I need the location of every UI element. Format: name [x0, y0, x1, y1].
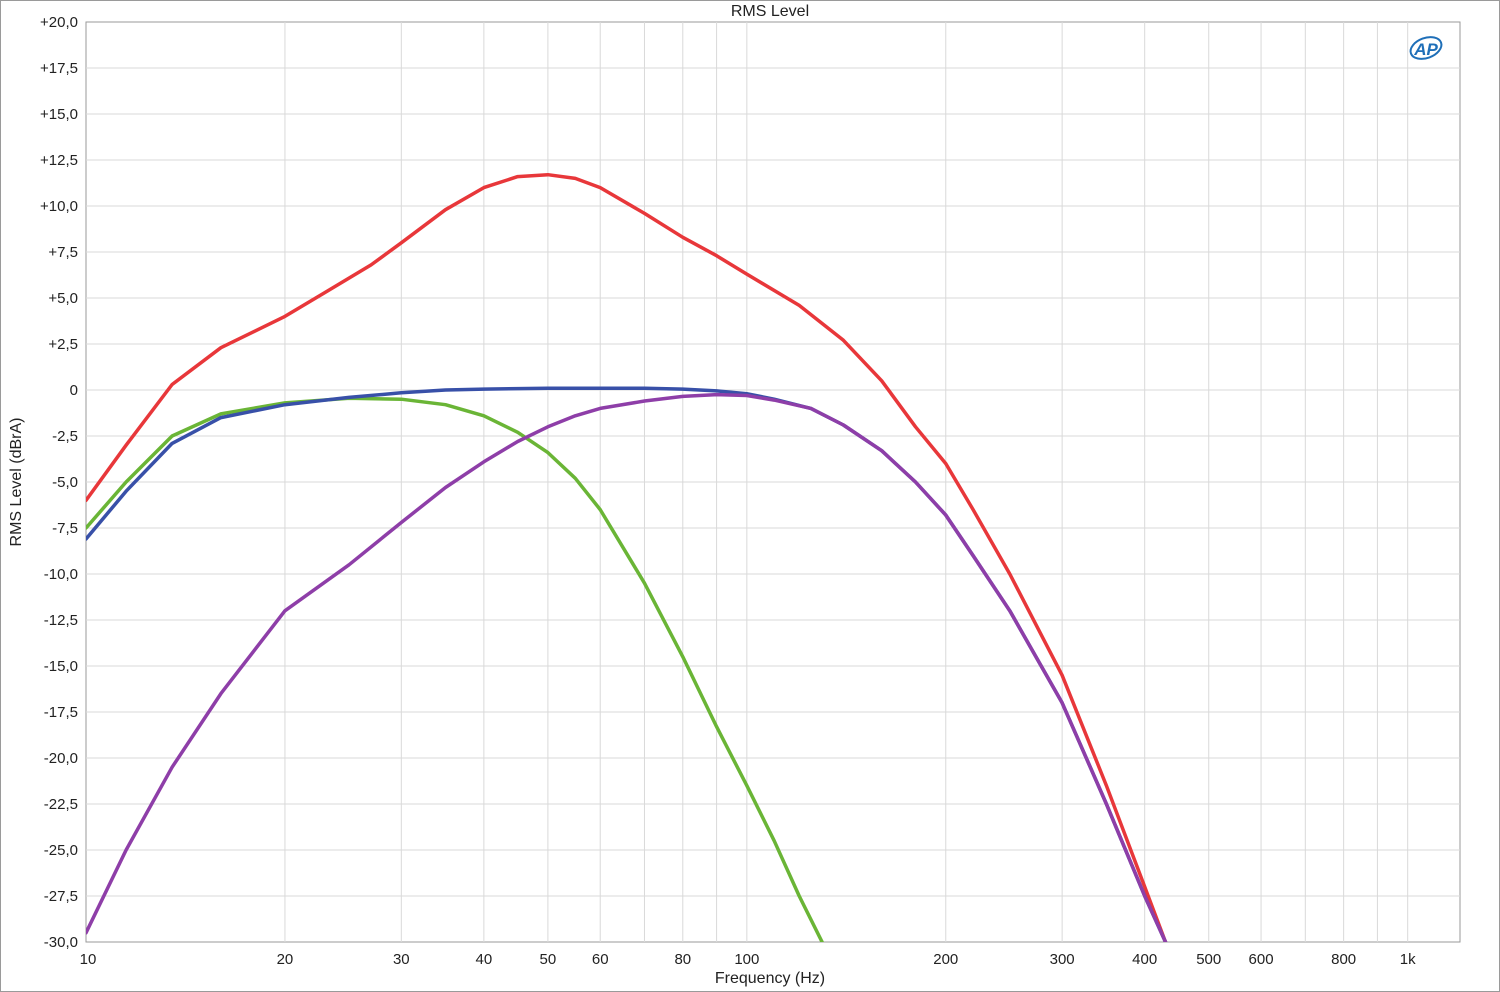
y-tick-label: -27,5 — [44, 888, 78, 905]
x-tick-label: 10 — [80, 951, 97, 968]
y-tick-label: -15,0 — [44, 658, 78, 675]
y-tick-label: +7,5 — [48, 244, 78, 261]
y-axis-label: RMS Level (dBrA) — [8, 418, 25, 547]
y-tick-label: +10,0 — [40, 198, 78, 215]
x-tick-label: 1k — [1400, 951, 1416, 968]
y-tick-label: -20,0 — [44, 750, 78, 767]
y-tick-label: +5,0 — [48, 290, 78, 307]
y-tick-label: -30,0 — [44, 934, 78, 951]
x-tick-label: 500 — [1196, 951, 1221, 968]
y-tick-label: -22,5 — [44, 796, 78, 813]
y-tick-label: +20,0 — [40, 14, 78, 31]
grid-lines — [86, 22, 1460, 942]
x-tick-label: 50 — [540, 951, 557, 968]
y-tick-label: 0 — [70, 382, 78, 399]
x-tick-label: 600 — [1249, 951, 1274, 968]
x-tick-label: 100 — [734, 951, 759, 968]
y-tick-label: -25,0 — [44, 842, 78, 859]
y-tick-label: -10,0 — [44, 566, 78, 583]
y-tick-label: -5,0 — [52, 474, 78, 491]
x-tick-label: 800 — [1331, 951, 1356, 968]
x-tick-label: 200 — [933, 951, 958, 968]
y-tick-label: +2,5 — [48, 336, 78, 353]
y-tick-label: -2,5 — [52, 428, 78, 445]
rms-level-chart: 10 20 30 40 50 60 80 100 200 300 400 500 600 800 1k +20… — [8, 3, 1461, 987]
x-axis-label: Frequency (Hz) — [715, 970, 825, 987]
y-tick-label: -12,5 — [44, 612, 78, 629]
x-tick-label: 30 — [393, 951, 410, 968]
y-tick-label: -7,5 — [52, 520, 78, 537]
x-tick-label: 80 — [674, 951, 691, 968]
y-tick-label: +12,5 — [40, 152, 78, 169]
y-tick-label: -17,5 — [44, 704, 78, 721]
x-tick-label: 300 — [1050, 951, 1075, 968]
x-tick-label: 400 — [1132, 951, 1157, 968]
y-tick-label: +17,5 — [40, 60, 78, 77]
x-tick-label: 60 — [592, 951, 609, 968]
y-tick-label: +15,0 — [40, 106, 78, 123]
ap-logo-text: AP — [1413, 40, 1438, 59]
x-tick-label: 20 — [277, 951, 294, 968]
x-tick-label: 40 — [476, 951, 493, 968]
chart-title: RMS Level — [731, 3, 809, 20]
